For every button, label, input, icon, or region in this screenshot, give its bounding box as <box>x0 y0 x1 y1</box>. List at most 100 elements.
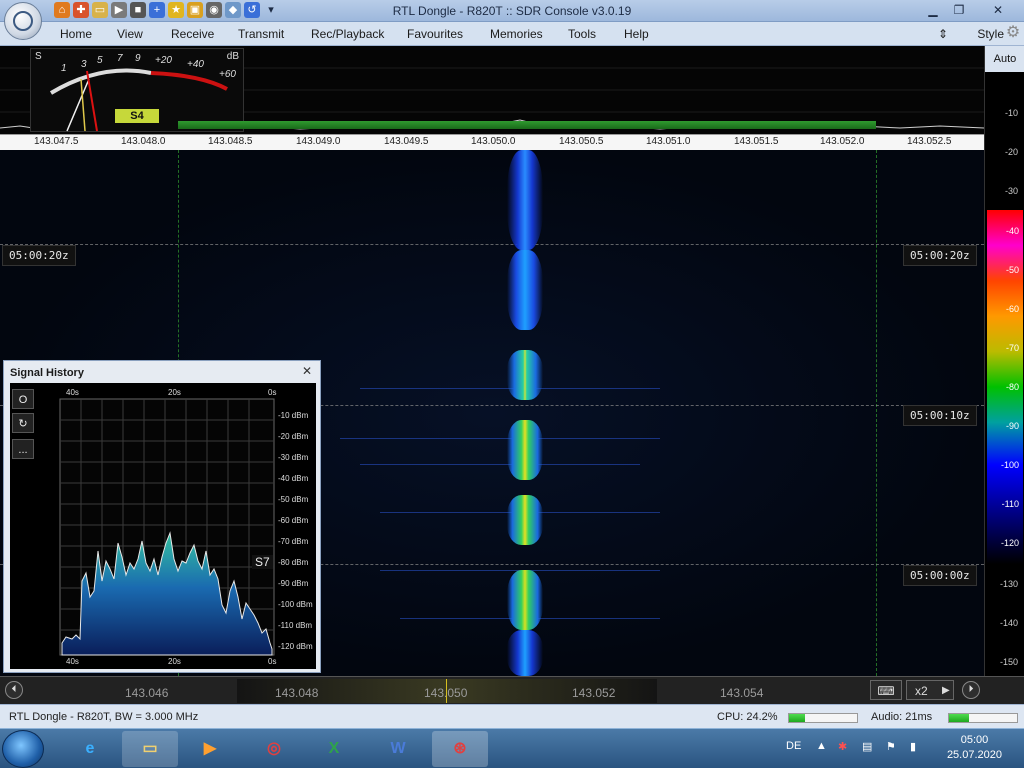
clock-date: 25.07.2020 <box>946 749 1002 761</box>
menu-transmit[interactable]: Transmit <box>238 27 284 41</box>
minimize-button[interactable]: ▁ <box>920 0 946 20</box>
scroll-right-button[interactable]: ⏵ <box>962 681 980 699</box>
clock[interactable]: 05:00 25.07.2020 <box>947 733 1002 763</box>
history-reset-button[interactable]: O <box>12 389 34 409</box>
meter-scale-5: 5 <box>97 55 103 66</box>
flag-icon[interactable]: ⚑ <box>886 740 896 753</box>
db-tick: -80 <box>1005 382 1019 392</box>
audio-status: Audio: 21ms <box>871 711 933 723</box>
ruler-tick: 143.049.5 <box>384 136 429 147</box>
db-tick: -10 <box>1004 108 1018 118</box>
bottom-freq: 143.052 <box>572 686 616 700</box>
language-indicator[interactable]: DE <box>786 740 801 752</box>
history-db-label: -50 dBm <box>278 495 309 504</box>
history-time-label: 0s <box>268 657 277 666</box>
screen: ⌂ ✚ ▭ ▶ ■ + ★ ▣ ◉ ◆ ↺ ▾ RTL Dongle - R82… <box>0 0 1024 768</box>
zoom-arrow-icon[interactable]: ▶ <box>942 685 950 696</box>
auto-scale-button[interactable]: Auto <box>985 46 1024 72</box>
bottom-freq: 143.048 <box>275 686 319 700</box>
media-icon[interactable]: ▶ <box>182 731 238 767</box>
menu-view[interactable]: View <box>117 27 143 41</box>
antivirus-icon[interactable]: ✱ <box>838 740 847 753</box>
chrome-icon[interactable]: ◎ <box>246 731 302 767</box>
menu-memories[interactable]: Memories <box>490 27 543 41</box>
ruler-tick: 143.050.5 <box>559 136 604 147</box>
start-button[interactable] <box>2 730 44 768</box>
meter-db-label: dB <box>226 51 239 62</box>
peak-label: S7 <box>252 555 273 569</box>
meter-s-label: S <box>35 51 42 62</box>
time-marker-right: 05:00:20z <box>903 245 977 266</box>
history-db-label: -10 dBm <box>278 411 309 420</box>
bottom-freq: 143.046 <box>125 686 169 700</box>
history-time-label: 40s <box>66 388 79 397</box>
meter-scale-plus20: +20 <box>155 55 172 66</box>
menu-rec-playback[interactable]: Rec/Playback <box>311 27 384 41</box>
ruler-tick: 143.052.5 <box>907 136 952 147</box>
history-time-label: 20s <box>168 657 181 666</box>
s-meter-reading: S4 <box>115 109 159 123</box>
db-tick: -90 <box>1005 421 1019 431</box>
restore-button[interactable]: ❐ <box>946 0 972 20</box>
device-icon[interactable]: ▤ <box>862 740 872 753</box>
ruler-tick: 143.048.5 <box>208 136 253 147</box>
history-db-label: -60 dBm <box>278 516 309 525</box>
history-db-label: -110 dBm <box>278 621 313 630</box>
close-button[interactable]: ✕ <box>978 0 1018 20</box>
signal-trace <box>507 150 543 676</box>
s-meter: S dB 1 3 5 7 9 +20 +40 +60 S4 <box>30 48 244 132</box>
color-scale-gradient[interactable]: -40 -50 -60 -70 -80 -90 -100 -110 -120 <box>987 210 1023 564</box>
db-tick: -130 <box>999 579 1018 589</box>
excel-icon[interactable]: X <box>306 731 362 767</box>
word-icon[interactable]: W <box>370 731 426 767</box>
meter-scale-1: 1 <box>61 63 67 74</box>
menu-help[interactable]: Help <box>624 27 649 41</box>
meter-scale-9: 9 <box>135 53 141 64</box>
cpu-progress <box>788 713 858 723</box>
history-more-button[interactable]: ... <box>12 439 34 459</box>
signal-level-bar <box>178 121 876 129</box>
style-menu[interactable]: Style <box>977 27 1004 41</box>
time-marker-left: 05:00:20z <box>2 245 76 266</box>
device-status: RTL Dongle - R820T, BW = 3.000 MHz <box>9 711 199 723</box>
history-time-label: 20s <box>168 388 181 397</box>
taskbar: e ▭ ▶ ◎ X W ⊛ DE ▲ ✱ ▤ ⚑ ▮ 05:00 25.07.2… <box>0 728 1024 768</box>
cpu-status: CPU: 24.2% <box>717 711 778 723</box>
menu-favourites[interactable]: Favourites <box>407 27 463 41</box>
db-tick: -100 <box>1000 460 1019 470</box>
db-tick: -30 <box>1004 186 1018 196</box>
history-refresh-button[interactable]: ↻ <box>12 413 34 433</box>
menu-home[interactable]: Home <box>60 27 92 41</box>
frequency-scroll-bar[interactable]: ⏴ 143.046 143.048 143.050 143.052 143.05… <box>0 676 1024 704</box>
db-tick: -20 <box>1004 147 1018 157</box>
explorer-icon[interactable]: ▭ <box>122 731 178 767</box>
ruler-tick: 143.049.0 <box>296 136 341 147</box>
menu-tools[interactable]: Tools <box>568 27 596 41</box>
db-tick: -140 <box>999 618 1018 628</box>
settings-icon[interactable]: ⚙ <box>1004 24 1022 42</box>
scroll-left-button[interactable]: ⏴ <box>5 681 23 699</box>
db-tick: -60 <box>1005 304 1019 314</box>
history-time-label: 40s <box>66 657 79 666</box>
db-scale: Auto -10 -20 -30 -40 -50 -60 -70 -80 -90… <box>984 46 1024 676</box>
network-icon[interactable]: ▮ <box>910 740 916 753</box>
db-tick: -40 <box>1005 226 1019 236</box>
ruler-tick: 143.047.5 <box>34 136 79 147</box>
signal-history-panel: Signal History ✕ 40s 20s 0s 40s 20s 0s -… <box>3 360 321 673</box>
db-tick: -70 <box>1005 343 1019 353</box>
sdr-console-icon[interactable]: ⊛ <box>432 731 488 767</box>
ruler-tick: 143.050.0 <box>471 136 516 147</box>
time-marker-right: 05:00:00z <box>903 565 977 586</box>
keyboard-icon[interactable]: ⌨ <box>870 680 902 700</box>
tray-expand-icon[interactable]: ▲ <box>816 740 827 752</box>
close-icon[interactable]: ✕ <box>300 364 314 378</box>
ie-icon[interactable]: e <box>62 731 118 767</box>
frequency-ruler[interactable]: 143.047.5 143.048.0 143.048.5 143.049.0 … <box>0 134 984 150</box>
history-db-label: -80 dBm <box>278 558 309 567</box>
ruler-tick: 143.052.0 <box>820 136 865 147</box>
app-menu-button[interactable] <box>4 2 42 40</box>
title-bar: ⌂ ✚ ▭ ▶ ■ + ★ ▣ ◉ ◆ ↺ ▾ RTL Dongle - R82… <box>0 0 1024 22</box>
style-toggle-icon[interactable]: ⇕ <box>938 27 948 41</box>
db-tick: -150 <box>999 657 1018 667</box>
menu-receive[interactable]: Receive <box>171 27 214 41</box>
